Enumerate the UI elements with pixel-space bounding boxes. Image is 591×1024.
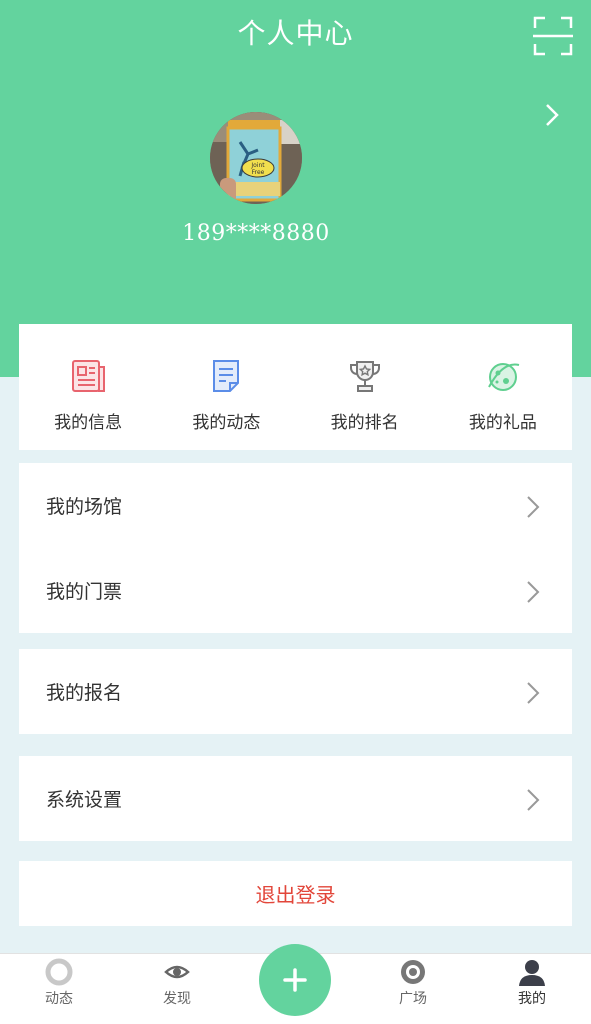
quick-label-my-info: 我的信息 — [54, 413, 123, 433]
quick-label-my-gifts: 我的礼品 — [468, 413, 537, 433]
profile-page: 个人中心 Joint Free 189****8880 我的信息 我的动态 我的… — [0, 0, 591, 1024]
plus-icon — [283, 968, 307, 992]
avatar[interactable]: Joint Free — [210, 112, 302, 204]
menu-item-my-tickets[interactable]: 我的门票 — [19, 548, 572, 633]
quick-actions-card: 我的信息 我的动态 我的排名 我的礼品 — [19, 324, 572, 450]
user-icon — [519, 960, 545, 986]
ring-icon — [45, 958, 73, 986]
avatar-text-line1: Joint — [250, 162, 265, 169]
avatar-photo: Joint Free — [210, 112, 302, 204]
chevron-right-icon — [527, 581, 540, 603]
quick-item-my-ranking[interactable]: 我的排名 — [296, 324, 434, 450]
tab-feed[interactable]: 动态 — [19, 958, 99, 1008]
quick-label-my-ranking: 我的排名 — [330, 413, 399, 433]
menu-item-my-signup[interactable]: 我的报名 — [19, 649, 572, 734]
scan-icon[interactable] — [533, 16, 573, 56]
chevron-right-icon — [527, 789, 540, 811]
trophy-icon — [349, 361, 380, 392]
chevron-right-icon — [527, 496, 540, 518]
quick-label-my-posts: 我的动态 — [192, 413, 261, 433]
menu-label-my-signup: 我的报名 — [46, 682, 123, 704]
add-post-button[interactable] — [259, 944, 331, 1016]
avatar-text-line2: Free — [252, 169, 265, 176]
menu-card-settings: 系统设置 — [19, 756, 572, 841]
tab-label-square: 广场 — [399, 991, 427, 1007]
phone-number: 189****8880 — [182, 221, 330, 246]
document-icon — [213, 360, 240, 392]
menu-label-my-tickets: 我的门票 — [46, 581, 123, 603]
chevron-right-icon[interactable] — [540, 101, 564, 129]
menu-label-my-venue: 我的场馆 — [46, 496, 123, 518]
menu-card-signup: 我的报名 — [19, 649, 572, 734]
menu-label-settings: 系统设置 — [46, 789, 123, 811]
target-icon — [401, 960, 425, 984]
logout-button[interactable]: 退出登录 — [19, 861, 572, 926]
menu-item-my-venue[interactable]: 我的场馆 — [19, 463, 572, 548]
tab-square[interactable]: 广场 — [373, 958, 453, 1008]
tab-label-mine: 我的 — [518, 991, 546, 1007]
eye-icon — [164, 965, 190, 979]
profile-header: 个人中心 Joint Free 189****8880 — [0, 0, 591, 377]
menu-card-venues: 我的场馆 我的门票 — [19, 463, 572, 633]
tab-label-feed: 动态 — [45, 991, 73, 1007]
quick-item-my-info[interactable]: 我的信息 — [19, 324, 157, 450]
quick-item-my-posts[interactable]: 我的动态 — [157, 324, 295, 450]
quick-item-my-gifts[interactable]: 我的礼品 — [434, 324, 572, 450]
planet-icon — [487, 363, 520, 391]
newspaper-icon — [72, 360, 106, 392]
menu-item-settings[interactable]: 系统设置 — [19, 756, 572, 841]
tab-label-discover: 发现 — [163, 991, 191, 1007]
page-title: 个人中心 — [237, 17, 354, 50]
tab-discover[interactable]: 发现 — [137, 958, 217, 1008]
chevron-right-icon — [527, 682, 540, 704]
tab-mine[interactable]: 我的 — [492, 958, 572, 1008]
